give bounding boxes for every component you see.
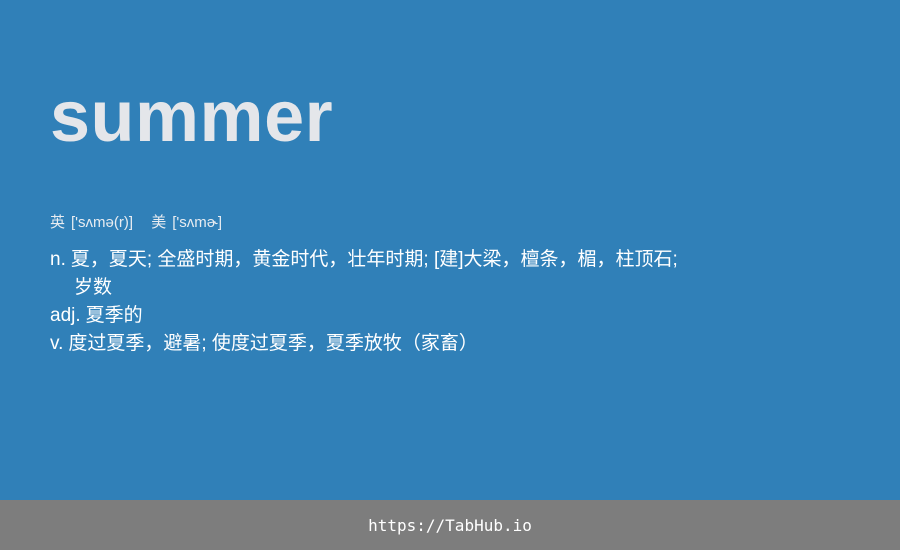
uk-pronunciation: 英 ['sʌmə(r)] [50,214,137,231]
verb-pos-label: v. [50,333,64,354]
us-pronunciation: 美 ['sʌmɚ] [151,214,222,231]
noun-definition-continued: 岁数 [74,277,113,298]
footer-bar: https://TabHub.io [0,500,900,550]
definitions-list: n. 夏，夏天; 全盛时期，黄金时代，壮年时期; [建]大梁，檀条，楣，柱顶石; … [50,246,750,358]
uk-ipa: ['sʌmə(r)] [71,214,134,231]
verb-definition-text: 度过夏季，避暑; 使度过夏季，夏季放牧（家畜） [68,333,478,354]
us-label: 美 [151,214,167,231]
noun-pos-label: n. [50,249,66,270]
adjective-definition: adj. 夏季的 [50,302,750,330]
uk-label: 英 [50,214,66,231]
headword: summer [50,77,334,157]
noun-definition-text: 夏，夏天; 全盛时期，黄金时代，壮年时期; [建]大梁，檀条，楣，柱顶石; [70,249,678,270]
pronunciation-row: 英 ['sʌmə(r)] 美 ['sʌmɚ] [50,212,236,234]
adj-pos-label: adj. [50,305,81,326]
verb-definition: v. 度过夏季，避暑; 使度过夏季，夏季放牧（家畜） [50,330,750,358]
adj-definition-text: 夏季的 [85,305,143,326]
us-ipa: ['sʌmɚ] [172,214,223,231]
dictionary-card: summer 英 ['sʌmə(r)] 美 ['sʌmɚ] n. 夏，夏天; 全盛时期… [0,0,900,500]
noun-definition: n. 夏，夏天; 全盛时期，黄金时代，壮年时期; [建]大梁，檀条，楣，柱顶石; [50,246,750,274]
tabhub-link[interactable]: https://TabHub.io [368,516,532,535]
